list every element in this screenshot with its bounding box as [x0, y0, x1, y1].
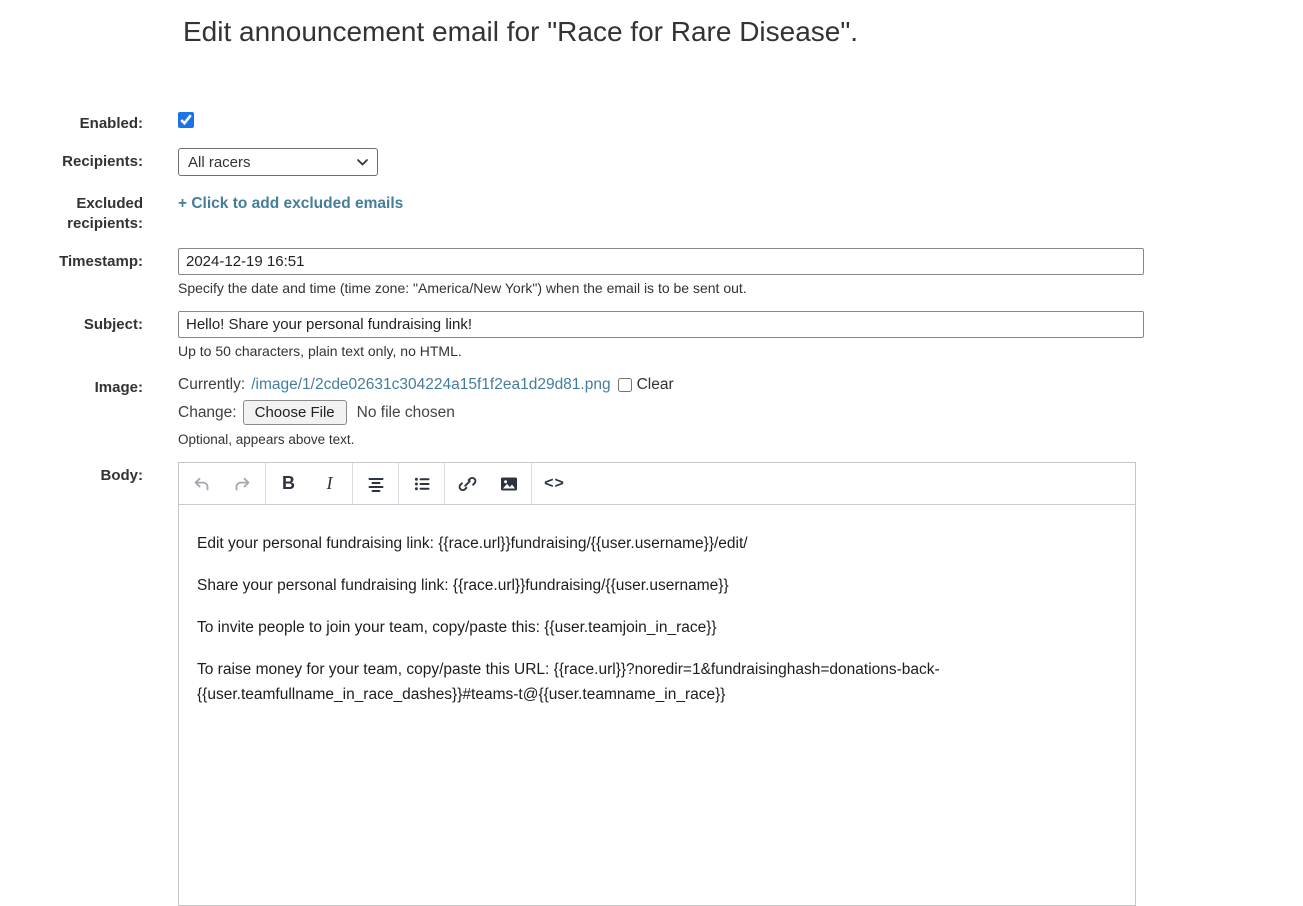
recipients-selected-value: All racers [188, 154, 251, 171]
link-icon [458, 475, 477, 493]
choose-file-button[interactable]: Choose File [243, 400, 347, 425]
enabled-checkbox[interactable] [178, 112, 194, 128]
body-editor-content[interactable]: Edit your personal fundraising link: {{r… [179, 505, 1135, 905]
italic-button[interactable]: I [309, 465, 350, 503]
toolbar-group-insert [445, 463, 532, 504]
align-center-button[interactable] [355, 465, 396, 503]
bullet-list-icon [413, 475, 431, 493]
clear-image-checkbox[interactable] [618, 378, 632, 392]
timestamp-label: Timestamp: [0, 248, 143, 272]
image-label: Image: [0, 374, 143, 398]
toolbar-group-history [179, 463, 266, 504]
redo-button[interactable] [222, 465, 263, 503]
page-title: Edit announcement email for "Race for Ra… [183, 14, 1303, 50]
code-view-button[interactable]: <> [534, 465, 575, 503]
form-row-body: Body: [0, 462, 1303, 906]
recipients-select[interactable]: All racers [178, 148, 378, 176]
undo-icon [192, 475, 211, 493]
form-row-image: Image: Currently: /image/1/2cde02631c304… [0, 374, 1303, 448]
toolbar-group-code: <> [532, 463, 577, 504]
form-row-subject: Subject: Up to 50 characters, plain text… [0, 311, 1303, 360]
form-row-recipients: Recipients: All racers [0, 148, 1303, 176]
redo-icon [233, 475, 252, 493]
link-button[interactable] [447, 465, 488, 503]
image-icon [499, 475, 519, 493]
align-center-icon [367, 475, 385, 493]
current-image-link[interactable]: /image/1/2cde02631c304224a15f1f2ea1d29d8… [251, 376, 610, 394]
undo-button[interactable] [181, 465, 222, 503]
body-paragraph: To raise money for your team, copy/paste… [197, 657, 1117, 707]
change-label: Change: [178, 404, 237, 422]
toolbar-group-list [399, 463, 445, 504]
clear-label: Clear [637, 376, 674, 394]
body-paragraph: Share your personal fundraising link: {{… [197, 573, 1117, 598]
bullet-list-button[interactable] [401, 465, 442, 503]
enabled-label: Enabled: [0, 110, 143, 134]
edit-announcement-page: Edit announcement email for "Race for Ra… [0, 14, 1303, 906]
subject-input[interactable] [178, 311, 1144, 338]
subject-label: Subject: [0, 311, 143, 335]
body-rich-text-editor: B I [178, 462, 1136, 906]
editor-toolbar: B I [179, 463, 1135, 505]
bold-button[interactable]: B [268, 465, 309, 503]
chevron-down-icon [357, 159, 368, 166]
toolbar-group-format: B I [266, 463, 353, 504]
toolbar-group-align [353, 463, 399, 504]
timestamp-input[interactable] [178, 248, 1144, 275]
image-button[interactable] [488, 465, 529, 503]
body-paragraph: Edit your personal fundraising link: {{r… [197, 531, 1117, 556]
subject-help-text: Up to 50 characters, plain text only, no… [178, 343, 1303, 360]
excluded-recipients-label: Excluded recipients: [0, 190, 143, 234]
announcement-form: Enabled: Recipients: All racers Excluded… [0, 110, 1303, 906]
add-excluded-emails-link[interactable]: + Click to add excluded emails [178, 190, 403, 213]
body-label: Body: [0, 462, 143, 486]
body-paragraph: To invite people to join your team, copy… [197, 615, 1117, 640]
form-row-enabled: Enabled: [0, 110, 1303, 134]
recipients-label: Recipients: [0, 148, 143, 172]
no-file-chosen-text: No file chosen [357, 404, 455, 422]
timestamp-help-text: Specify the date and time (time zone: "A… [178, 280, 1303, 297]
image-help-text: Optional, appears above text. [178, 431, 1303, 448]
currently-label: Currently: [178, 376, 245, 394]
form-row-timestamp: Timestamp: Specify the date and time (ti… [0, 248, 1303, 297]
form-row-excluded-recipients: Excluded recipients: + Click to add excl… [0, 190, 1303, 234]
